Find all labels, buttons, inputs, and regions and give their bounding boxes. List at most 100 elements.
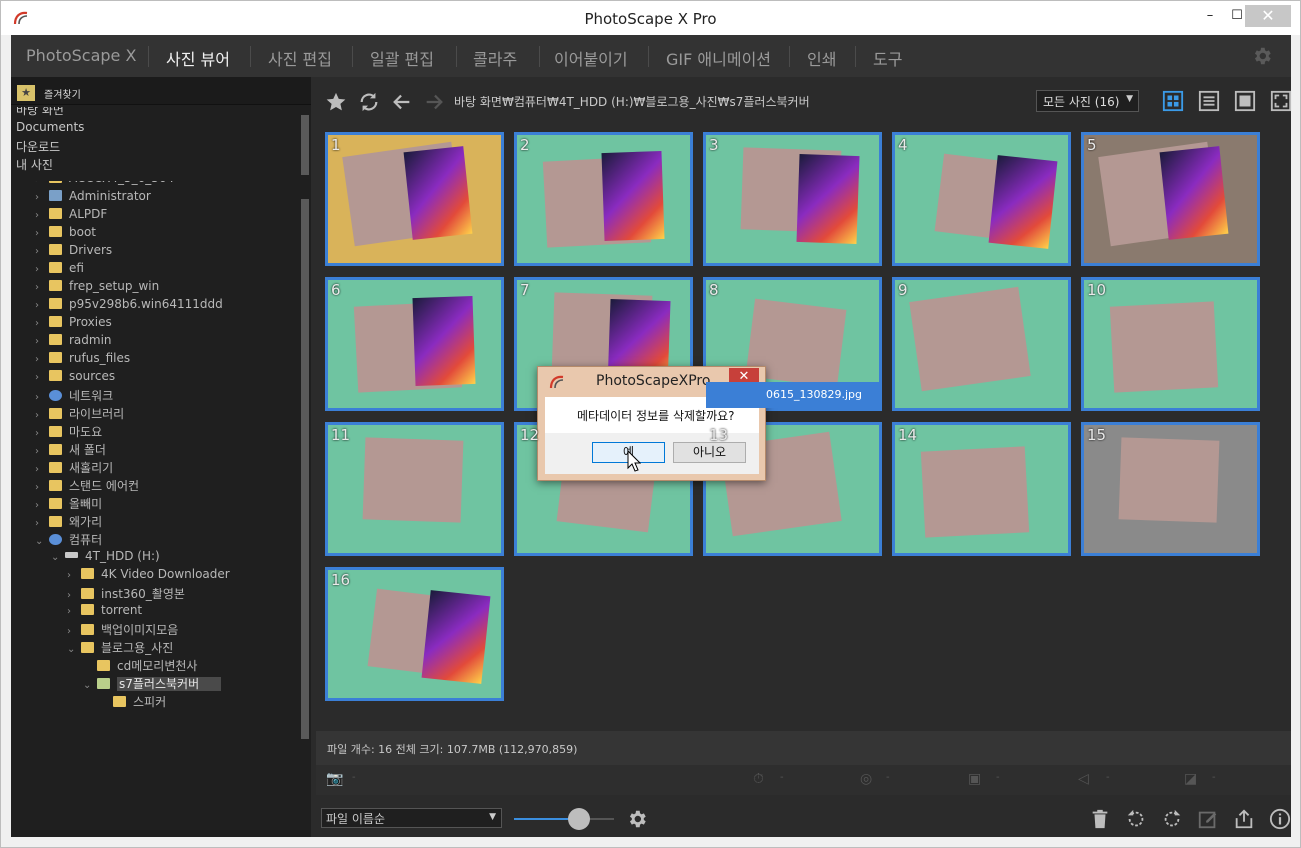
- chevron-right-icon[interactable]: ›: [35, 336, 49, 347]
- tree-item[interactable]: › Drivers: [35, 243, 112, 261]
- info-icon[interactable]: [1269, 808, 1291, 830]
- menu-print[interactable]: 인쇄: [807, 46, 836, 70]
- chevron-right-icon[interactable]: ›: [67, 606, 81, 617]
- photo-thumbnail[interactable]: 3: [703, 132, 882, 266]
- menu-gif-animation[interactable]: GIF 애니메이션: [666, 46, 771, 70]
- tree-item[interactable]: › ACCCX4_5_6_564: [35, 181, 174, 189]
- back-arrow-icon[interactable]: [391, 91, 413, 113]
- tree-item[interactable]: › frep_setup_win: [35, 279, 159, 297]
- menu-tools[interactable]: 도구: [873, 46, 902, 70]
- tree-item[interactable]: › 왜가리: [35, 513, 102, 531]
- tree-item[interactable]: › efi: [35, 261, 84, 279]
- favorite-desktop[interactable]: 바탕 화면: [16, 107, 64, 118]
- title-bar[interactable]: PhotoScape X Pro – ☐ ✕: [1, 1, 1300, 35]
- chevron-right-icon[interactable]: ›: [35, 228, 49, 239]
- chevron-right-icon[interactable]: ›: [35, 282, 49, 293]
- tree-item[interactable]: ⌄ 컴퓨터: [35, 531, 102, 549]
- share-icon[interactable]: [1233, 808, 1255, 830]
- tree-item[interactable]: › 백업이미지모음: [67, 621, 178, 639]
- chevron-right-icon[interactable]: ›: [35, 518, 49, 529]
- chevron-right-icon[interactable]: ›: [35, 181, 49, 185]
- list-view-icon[interactable]: [1198, 90, 1220, 112]
- chevron-right-icon[interactable]: ›: [35, 392, 49, 403]
- chevron-right-icon[interactable]: ›: [35, 446, 49, 457]
- chevron-down-icon[interactable]: ⌄: [83, 680, 97, 691]
- chevron-right-icon[interactable]: ›: [67, 590, 81, 601]
- tree-item[interactable]: › 라이브러리: [35, 405, 124, 423]
- menu-photo-editor[interactable]: 사진 편집: [268, 46, 332, 70]
- favorites-scrollbar[interactable]: [301, 115, 309, 175]
- chevron-right-icon[interactable]: ›: [35, 482, 49, 493]
- photo-thumbnail[interactable]: 8 0615_130829.jpg: [703, 277, 882, 411]
- menu-photo-viewer[interactable]: 사진 뷰어: [166, 46, 230, 70]
- zoom-slider-handle[interactable]: [568, 808, 590, 830]
- breadcrumb[interactable]: 바탕 화면₩컴퓨터₩4T_HDD (H:)₩블로그용_사진₩s7플러스북커버: [454, 93, 810, 110]
- menu-collage[interactable]: 콜라주: [473, 46, 517, 70]
- photo-thumbnail[interactable]: 5: [1081, 132, 1260, 266]
- chevron-right-icon[interactable]: ›: [35, 464, 49, 475]
- tree-item[interactable]: › inst360_촬영본: [67, 585, 185, 603]
- chevron-right-icon[interactable]: ›: [35, 264, 49, 275]
- tree-scrollbar[interactable]: [301, 199, 309, 739]
- edit-icon[interactable]: [1197, 808, 1219, 830]
- chevron-down-icon[interactable]: ⌄: [51, 552, 65, 563]
- settings-gear-icon[interactable]: [1251, 45, 1273, 67]
- no-button[interactable]: 아니오: [673, 442, 746, 463]
- tree-item[interactable]: › boot: [35, 225, 96, 243]
- forward-arrow-icon[interactable]: [423, 91, 445, 113]
- chevron-right-icon[interactable]: ›: [35, 192, 49, 203]
- tree-item[interactable]: › Proxies: [35, 315, 112, 333]
- tree-item[interactable]: › sources: [35, 369, 115, 387]
- tree-item[interactable]: › rufus_files: [35, 351, 130, 369]
- star-icon[interactable]: [325, 91, 347, 113]
- tree-item[interactable]: › 4K Video Downloader: [67, 567, 230, 585]
- photo-thumbnail[interactable]: 10: [1081, 277, 1260, 411]
- chevron-right-icon[interactable]: ›: [35, 246, 49, 257]
- tree-item[interactable]: 스피커: [99, 693, 166, 711]
- chevron-right-icon[interactable]: ›: [35, 300, 49, 311]
- photo-thumbnail[interactable]: 14: [892, 422, 1071, 556]
- tree-item[interactable]: › torrent: [67, 603, 142, 621]
- favorite-documents[interactable]: Documents: [16, 120, 84, 134]
- tree-item[interactable]: › ALPDF: [35, 207, 107, 225]
- photo-thumbnail[interactable]: 6: [325, 277, 504, 411]
- rotate-right-icon[interactable]: [1161, 808, 1183, 830]
- favorites-header[interactable]: ★ 즐겨찾기: [11, 77, 311, 105]
- favorite-downloads[interactable]: 다운로드: [16, 138, 60, 155]
- chevron-right-icon[interactable]: ›: [35, 372, 49, 383]
- rotate-left-icon[interactable]: [1125, 808, 1147, 830]
- menu-combine[interactable]: 이어붙이기: [554, 46, 628, 70]
- chevron-right-icon[interactable]: ›: [35, 500, 49, 511]
- tree-item[interactable]: › 스탠드 에어컨: [35, 477, 139, 495]
- photo-thumbnail[interactable]: 15: [1081, 422, 1260, 556]
- tree-item[interactable]: › Administrator: [35, 189, 151, 207]
- chevron-right-icon[interactable]: ›: [35, 210, 49, 221]
- chevron-right-icon[interactable]: ›: [67, 626, 81, 637]
- photo-thumbnail[interactable]: 9: [892, 277, 1071, 411]
- chevron-down-icon[interactable]: ⌄: [67, 644, 81, 655]
- tree-item[interactable]: ⌄ 블로그용_사진: [67, 639, 173, 657]
- tree-item[interactable]: › p95v298b6.win64111ddd: [35, 297, 223, 315]
- tree-item[interactable]: › radmin: [35, 333, 112, 351]
- minimize-button[interactable]: –: [1196, 5, 1224, 27]
- menu-batch-edit[interactable]: 일괄 편집: [370, 46, 434, 70]
- chevron-down-icon[interactable]: ⌄: [35, 536, 49, 547]
- chevron-right-icon[interactable]: ›: [35, 354, 49, 365]
- tree-item[interactable]: › 마도요: [35, 423, 102, 441]
- tree-item[interactable]: cd메모리변천사: [83, 657, 197, 675]
- close-button[interactable]: ✕: [1245, 5, 1291, 27]
- single-view-icon[interactable]: [1234, 90, 1256, 112]
- favorite-my-pictures[interactable]: 내 사진: [16, 156, 53, 173]
- tree-item[interactable]: ⌄ s7플러스북커버: [83, 675, 222, 693]
- tree-item[interactable]: › 새 폴더: [35, 441, 106, 459]
- menu-photoscape-x[interactable]: PhotoScape X: [26, 46, 136, 65]
- refresh-icon[interactable]: [358, 91, 380, 113]
- tree-item[interactable]: › 올빼미: [35, 495, 102, 513]
- grid-view-icon[interactable]: [1162, 90, 1184, 112]
- tree-item[interactable]: ⌄ 4T_HDD (H:): [51, 549, 160, 567]
- sort-select[interactable]: 파일 이름순 ▼: [321, 808, 502, 828]
- chevron-right-icon[interactable]: ›: [67, 570, 81, 581]
- thumbnail-settings-gear-icon[interactable]: [626, 808, 648, 830]
- photo-filter-select[interactable]: 모든 사진 (16) ▼: [1036, 90, 1139, 112]
- photo-thumbnail[interactable]: 4: [892, 132, 1071, 266]
